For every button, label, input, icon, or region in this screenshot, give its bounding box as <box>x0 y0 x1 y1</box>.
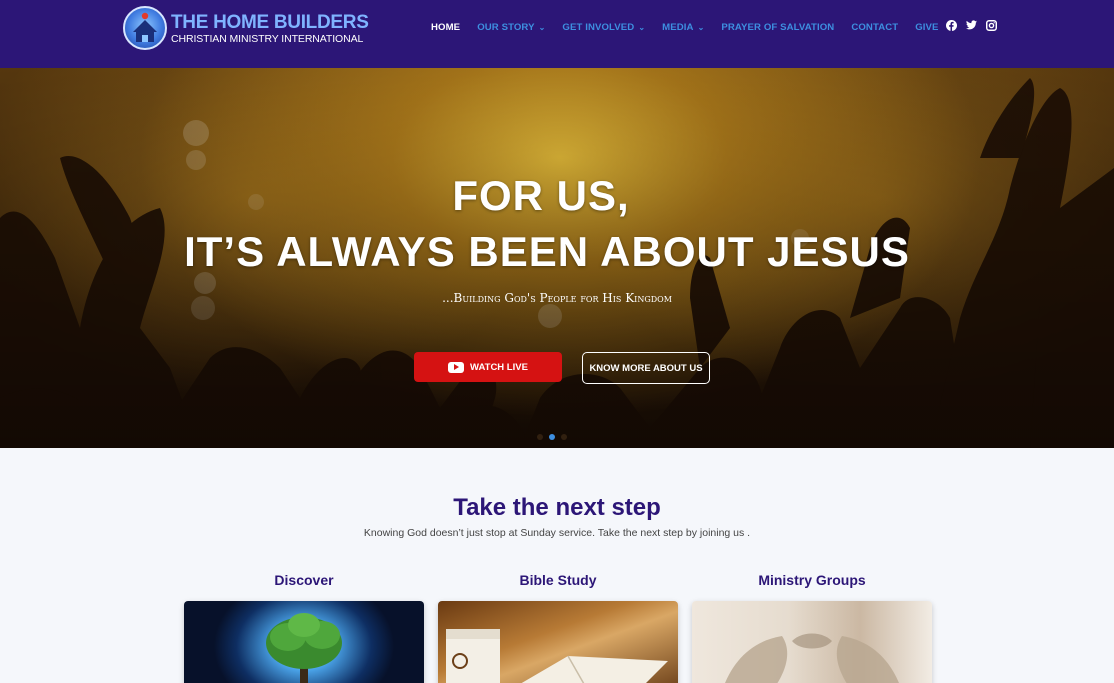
twitter-icon[interactable] <box>965 19 977 31</box>
hero-slider: FOR US, IT’S ALWAYS BEEN ABOUT JESUS ...… <box>0 68 1114 448</box>
nav-get-involved-label: GET INVOLVED <box>562 21 635 33</box>
nav-our-story[interactable]: OUR STORY ⌄ <box>477 22 545 33</box>
hero-tagline: ...Building God's People for His Kingdom <box>442 291 672 305</box>
slider-dot-1[interactable] <box>537 434 543 440</box>
nav-contact-label: CONTACT <box>851 21 899 33</box>
slider-dot-3[interactable] <box>561 434 567 440</box>
hero-headline-line1: FOR US, <box>452 172 630 219</box>
logo-title: THE HOME BUILDERS <box>171 11 369 33</box>
hero-headline-line2: IT’S ALWAYS BEEN ABOUT JESUS <box>184 228 910 275</box>
chevron-down-icon: ⌄ <box>697 22 705 32</box>
card-title-discover[interactable]: Discover <box>184 572 424 588</box>
card-title-bible-study[interactable]: Bible Study <box>438 572 678 588</box>
nav-give[interactable]: GIVE <box>915 22 938 33</box>
facebook-icon[interactable] <box>945 19 957 31</box>
site-logo[interactable]: THE HOME BUILDERS CHRISTIAN MINISTRY INT… <box>123 6 369 50</box>
know-more-label: KNOW MORE ABOUT US <box>589 362 703 374</box>
nav-prayer-label: PRAYER OF SALVATION <box>721 21 835 33</box>
nav-get-involved[interactable]: GET INVOLVED ⌄ <box>562 22 645 33</box>
discover-card-image[interactable] <box>184 601 424 683</box>
nav-contact[interactable]: CONTACT <box>851 22 898 33</box>
card-title-ministry-groups[interactable]: Ministry Groups <box>692 572 932 588</box>
logo-subtitle: CHRISTIAN MINISTRY INTERNATIONAL <box>171 32 364 45</box>
next-step-subtitle: Knowing God doesn’t just stop at Sunday … <box>363 527 751 539</box>
bible-study-card-image[interactable] <box>438 601 678 683</box>
youtube-icon <box>448 361 465 373</box>
next-step-title: Take the next step <box>453 494 661 521</box>
site-header: THE HOME BUILDERS CHRISTIAN MINISTRY INT… <box>0 0 1114 68</box>
chevron-down-icon: ⌄ <box>638 22 646 32</box>
instagram-icon[interactable] <box>985 19 997 31</box>
chevron-down-icon: ⌄ <box>538 22 546 32</box>
know-more-button[interactable]: KNOW MORE ABOUT US <box>582 352 710 384</box>
social-links <box>945 19 1005 31</box>
nav-home-label: HOME <box>431 21 461 33</box>
watch-live-button[interactable]: WATCH LIVE <box>414 352 562 382</box>
nav-give-label: GIVE <box>915 21 939 33</box>
ministry-groups-card-image[interactable] <box>692 601 932 683</box>
slider-dot-2[interactable] <box>549 434 555 440</box>
watch-live-label: WATCH LIVE <box>470 361 528 373</box>
nav-media-label: MEDIA <box>662 21 694 33</box>
nav-media[interactable]: MEDIA ⌄ <box>662 22 704 33</box>
nav-our-story-label: OUR STORY <box>477 21 535 33</box>
slider-dots <box>537 434 573 440</box>
nav-home[interactable]: HOME <box>431 22 460 33</box>
nav-prayer-of-salvation[interactable]: PRAYER OF SALVATION <box>721 22 834 33</box>
logo-house-icon <box>123 6 167 50</box>
main-nav: HOME OUR STORY ⌄ GET INVOLVED ⌄ MEDIA ⌄ PRA… <box>431 19 956 35</box>
